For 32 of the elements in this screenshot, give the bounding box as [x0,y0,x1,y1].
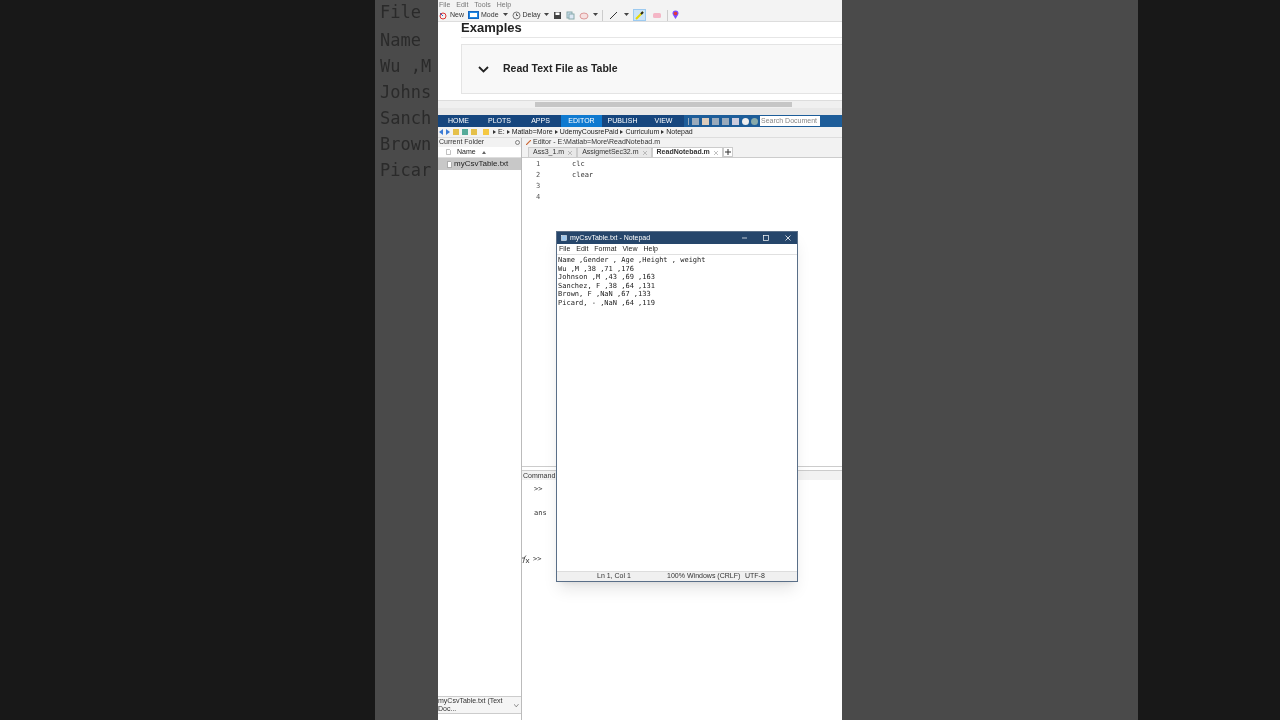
file-row[interactable]: myCsvTable.txt [438,158,521,170]
close-icon [642,150,647,155]
location-pin-icon [672,10,680,20]
breadcrumb-arrow-icon [506,130,510,134]
pen-icon [609,10,619,20]
breadcrumb-arrow-icon [554,130,558,134]
breadcrumb-arrow-icon [620,130,624,134]
close-icon [785,235,791,241]
minimize-icon [742,237,747,239]
quick-access-toolbar-icon [688,116,758,126]
sort-arrow-icon [481,150,486,154]
pencil-icon [526,140,531,145]
maximize-icon [763,235,769,241]
close-icon [568,150,573,155]
tool-button[interactable] [633,9,647,21]
copy-icon [566,10,576,20]
caret-icon [502,13,508,17]
breadcrumb-arrow-icon [661,130,665,134]
caret-icon [544,13,550,17]
expandable-section[interactable]: Read Text File as Table [461,44,842,94]
close-icon [713,150,718,155]
eraser-icon [651,11,662,19]
highlighter-icon [635,10,645,20]
breadcrumb-arrow-icon [493,130,496,134]
dropdown-icon [514,703,519,707]
caret-icon [624,13,630,17]
notepad-icon [561,235,567,241]
caret-icon [593,13,599,17]
panel-options-icon [515,140,520,145]
navigation-toolbar-icon [439,128,491,136]
function-browser-icon [521,555,530,564]
section-heading: Examples [461,21,842,38]
